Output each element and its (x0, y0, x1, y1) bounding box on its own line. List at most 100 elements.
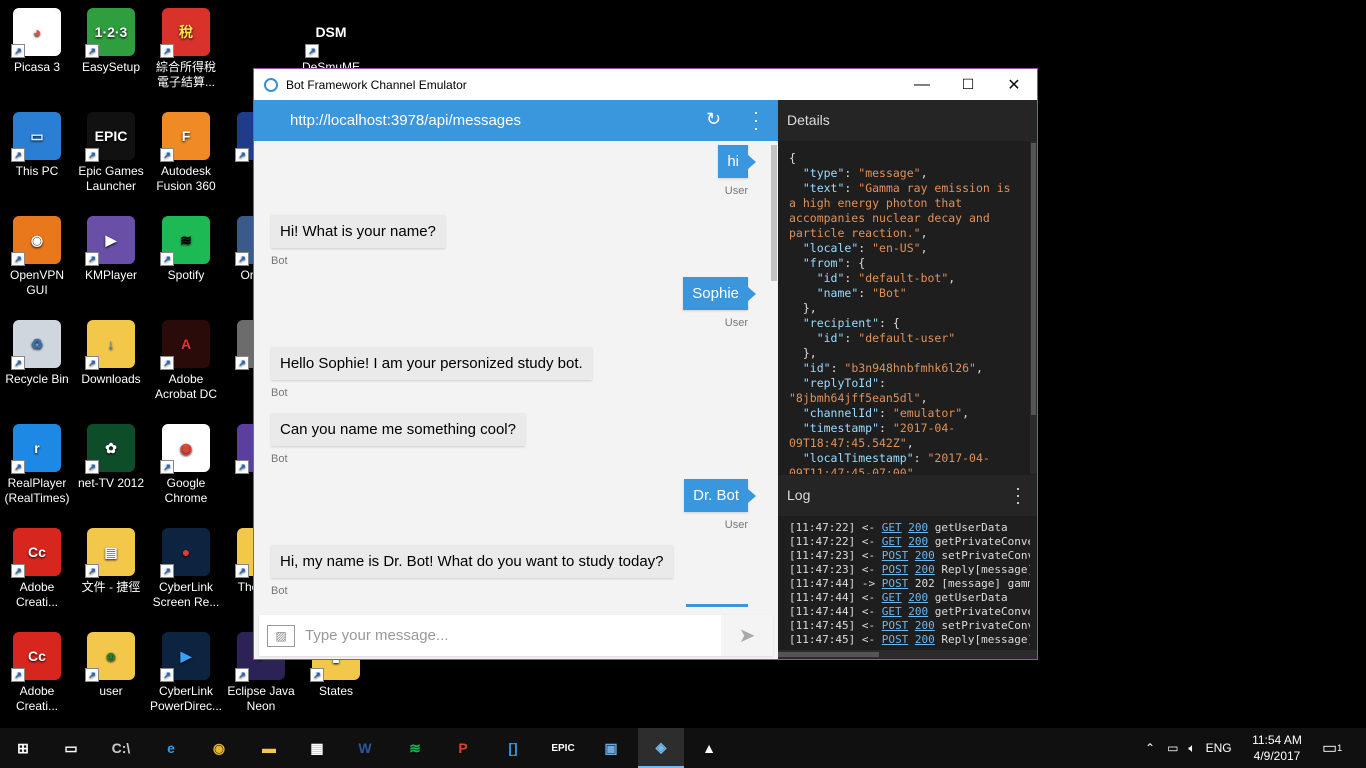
shortcut-arrow-icon: ↗ (85, 252, 99, 266)
desktop-icon[interactable]: ▤ ↗ 文件 - 捷徑 (74, 528, 148, 595)
desktop-icon[interactable]: 稅 ↗ 綜合所得稅 電子結算... (149, 8, 223, 90)
notification-center[interactable]: ▭ 1 (1322, 728, 1342, 768)
taskbar-explorer[interactable]: ▬ (246, 728, 292, 768)
desktop-icon[interactable]: A ↗ Adobe Acrobat DC (149, 320, 223, 402)
taskbar-virtualbox[interactable]: ▣ (588, 728, 634, 768)
refresh-icon[interactable]: ↻ (706, 109, 721, 130)
taskbar-spotify[interactable]: ≋ (392, 728, 438, 768)
desktop-icon[interactable]: ✿ ↗ net-TV 2012 (74, 424, 148, 491)
user-message[interactable]: hi User (718, 145, 756, 197)
chat-scrollbar-thumb[interactable] (771, 145, 777, 281)
message-bubble[interactable]: Can you name me something cool? (271, 413, 525, 446)
log-status-code[interactable]: 200 (908, 591, 928, 604)
task-view-button[interactable]: ▭ (48, 728, 94, 768)
desktop-icon[interactable]: ☻ ↗ user (74, 632, 148, 699)
start-button[interactable]: ⊞ (0, 728, 46, 768)
bot-message[interactable]: Can you name me something cool? Bot (271, 413, 525, 465)
language-indicator[interactable]: ENG (1206, 741, 1232, 755)
send-icon[interactable]: ➤ (721, 615, 773, 656)
desktop-icon[interactable]: r ↗ RealPlayer (RealTimes) (0, 424, 74, 506)
log-method-link[interactable]: POST (882, 549, 909, 562)
chevron-up-icon[interactable]: ⌃ (1145, 741, 1155, 755)
user-message[interactable]: Sophie User (683, 277, 756, 329)
log-method-link[interactable]: GET (882, 535, 902, 548)
message-bubble[interactable]: Hi, my name is Dr. Bot! What do you want… (271, 545, 673, 578)
desktop-icon[interactable]: ▭ ↗ This PC (0, 112, 74, 179)
details-scrollbar-thumb[interactable] (1031, 143, 1036, 415)
taskbar-cmd[interactable]: C:\ (98, 728, 144, 768)
desktop-icon[interactable]: Cc ↗ Adobe Creati... (0, 528, 74, 610)
log-status-code[interactable]: 200 (915, 633, 935, 646)
desktop-icon[interactable]: 1·2·3 ↗ EasySetup (74, 8, 148, 75)
taskbar-app[interactable]: [] (490, 728, 536, 768)
log-method-link[interactable]: GET (882, 591, 902, 604)
close-button[interactable]: ✕ (991, 69, 1037, 100)
taskbar-edge[interactable]: e (148, 728, 194, 768)
taskbar-epic[interactable]: EPIC (540, 728, 586, 768)
more-vertical-icon[interactable]: · · · (753, 103, 759, 137)
desktop-icon[interactable]: F ↗ Autodesk Fusion 360 (149, 112, 223, 194)
log-method-link[interactable]: GET (882, 605, 902, 618)
chat-scrollbar[interactable] (770, 141, 778, 607)
log-method-link[interactable]: GET (882, 521, 902, 534)
image-upload-icon[interactable]: ▨ (267, 624, 295, 647)
json-token: particle reaction." (789, 226, 921, 240)
log-list[interactable]: [11:47:22] <- GET 200 getUserData [11:47:… (778, 516, 1030, 648)
taskbar-store[interactable]: ▦ (294, 728, 340, 768)
message-bubble[interactable]: Sophie (683, 277, 756, 310)
log-status-code[interactable]: 200 (908, 521, 928, 534)
details-json[interactable]: { "type": "message", "text": "Gamma ray … (778, 141, 1030, 474)
log-method-link[interactable]: POST (882, 619, 909, 632)
desktop-icon[interactable]: ◉ ↗ Google Chrome (149, 424, 223, 506)
desktop-icon[interactable]: ▶ ↗ KMPlayer (74, 216, 148, 283)
desktop-icon[interactable]: ◕ ↗ Picasa 3 (0, 8, 74, 75)
log-status-code[interactable]: 200 (915, 563, 935, 576)
log-status-code[interactable]: 200 (908, 535, 928, 548)
user-message[interactable]: Dr. Bot User (684, 479, 756, 531)
log-method-link[interactable]: POST (882, 563, 909, 576)
maximize-button[interactable]: ☐ (945, 69, 991, 100)
json-token: "channelId" (802, 406, 880, 420)
desktop-icon[interactable]: ▶ ↗ CyberLink PowerDirec... (149, 632, 223, 714)
clock[interactable]: 11:54 AM 4/9/2017 (1248, 732, 1306, 764)
bot-message[interactable]: Hi, my name is Dr. Bot! What do you want… (271, 545, 673, 597)
taskbar-chrome[interactable]: ◉ (196, 728, 242, 768)
log-status-code[interactable]: 200 (915, 549, 935, 562)
log-scrollbar-thumb[interactable] (778, 652, 879, 657)
bot-message[interactable]: Hello Sophie! I am your personized study… (271, 347, 592, 399)
log-method-link[interactable]: POST (882, 577, 909, 590)
message-bubble[interactable]: Hi! What is your name? (271, 215, 445, 248)
title-bar[interactable]: Bot Framework Channel Emulator — ☐ ✕ (254, 69, 1037, 100)
taskbar-emulator[interactable]: ◈ (638, 728, 684, 768)
log-method-link[interactable]: POST (882, 633, 909, 646)
desktop-icon[interactable]: EPIC ↗ Epic Games Launcher (74, 112, 148, 194)
log-horizontal-scrollbar[interactable] (778, 650, 1037, 659)
desktop-icon[interactable]: ● ↗ CyberLink Screen Re... (149, 528, 223, 610)
message-bubble[interactable]: Dr. Bot (684, 479, 756, 512)
details-scrollbar[interactable] (1030, 141, 1037, 474)
taskbar-photos[interactable]: ▲ (686, 728, 732, 768)
log-status-code[interactable]: 200 (915, 619, 935, 632)
message-bubble[interactable]: Hello Sophie! I am your personized study… (271, 347, 592, 380)
message-input[interactable] (303, 626, 717, 645)
desktop-icon[interactable]: ↓ ↗ Downloads (74, 320, 148, 387)
desktop-icon[interactable]: ♻ ↗ Recycle Bin (0, 320, 74, 387)
desktop-icon[interactable]: Cc ↗ Adobe Creati... (0, 632, 74, 714)
taskbar-word[interactable]: W (342, 728, 388, 768)
desktop-icon[interactable]: DSM ↗ DeSmuME (294, 8, 368, 75)
taskbar-powerpoint[interactable]: P (440, 728, 486, 768)
volume-icon[interactable]: 🔈︎ (1188, 741, 1195, 756)
battery-icon[interactable]: ▭ (1167, 741, 1178, 755)
log-status-code[interactable]: 200 (908, 605, 928, 618)
desktop-icon[interactable]: ◉ ↗ OpenVPN GUI (0, 216, 74, 298)
app-icon: ≋ ↗ (160, 216, 210, 266)
log-entry: [11:47:44] -> POST 202 [message] gamm (789, 577, 1030, 591)
minimize-button[interactable]: — (899, 69, 945, 100)
message-bubble[interactable]: hi (718, 145, 756, 178)
bot-message[interactable]: Hi! What is your name? Bot (271, 215, 445, 267)
message-list[interactable]: hi User Hi! What is your name? Bot Sophie Use… (254, 141, 770, 607)
desktop-icon[interactable]: ≋ ↗ Spotify (149, 216, 223, 283)
log-more-icon[interactable]: · · · (1015, 479, 1021, 511)
endpoint-url[interactable]: http://localhost:3978/api/messages (290, 112, 521, 129)
